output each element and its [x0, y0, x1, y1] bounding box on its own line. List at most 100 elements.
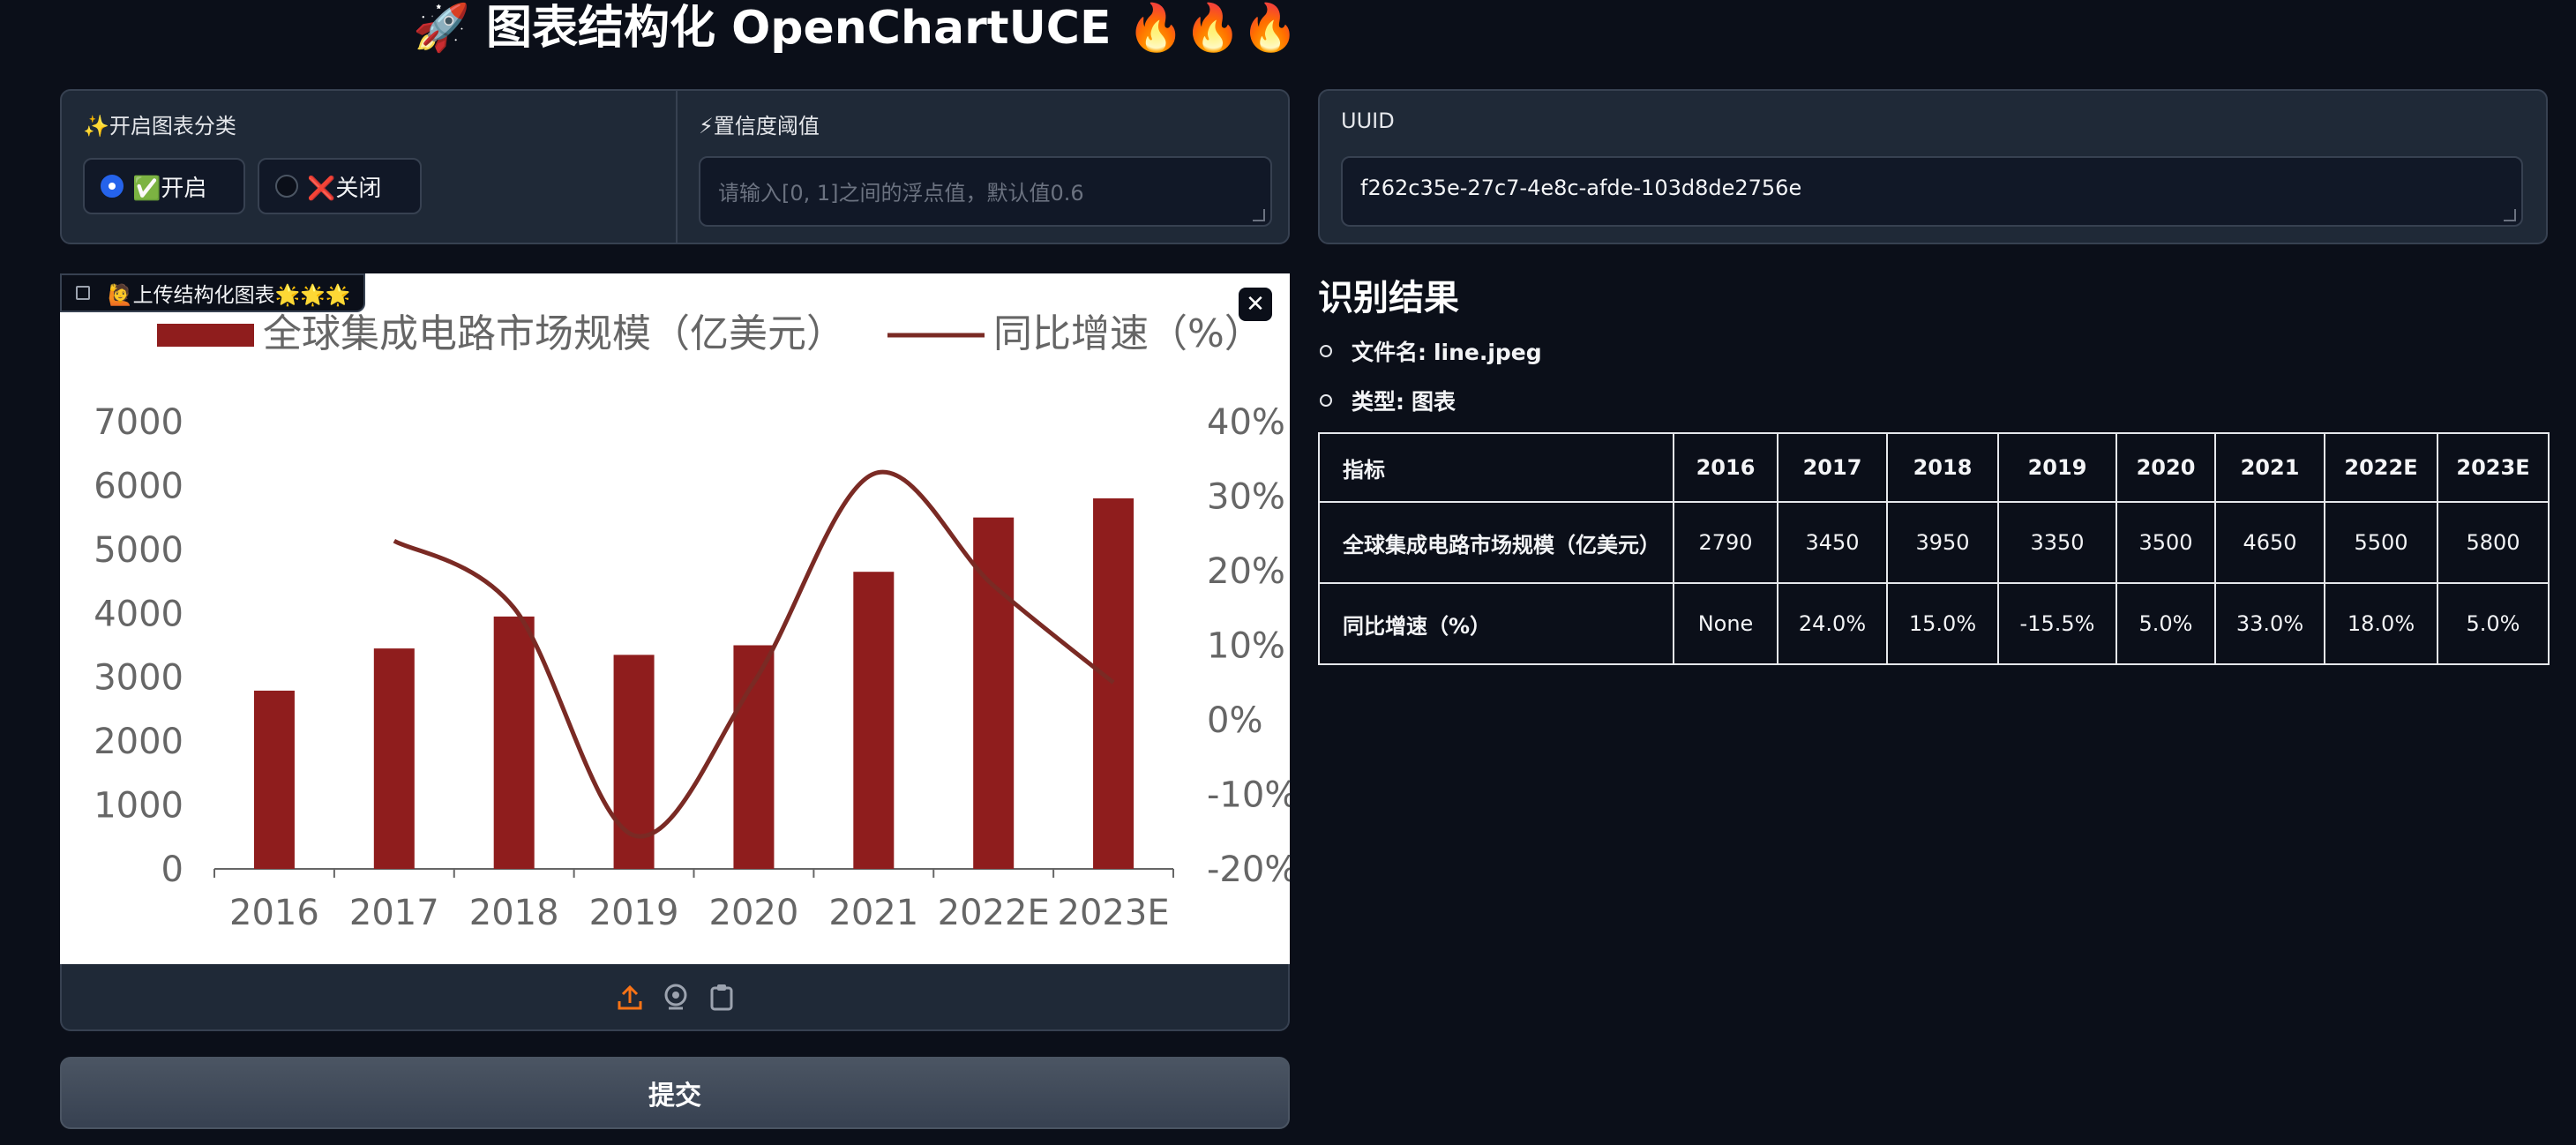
x-tick-label: 2023E — [1058, 893, 1170, 933]
close-icon[interactable]: ✕ — [1239, 288, 1272, 321]
legend-bar-swatch — [157, 324, 254, 347]
y-right-tick-label: -20% — [1207, 849, 1290, 890]
classify-off-option[interactable]: ❌关闭 — [258, 158, 422, 214]
legend-line-label: 同比增速（%） — [993, 311, 1263, 356]
settings-panel: ✨开启图表分类 ✅开启 ❌关闭 ⚡置信度阈值 请输入[0, 1]之间的浮点值，默… — [60, 89, 1290, 244]
classify-label: ✨开启图表分类 — [83, 114, 236, 138]
table-cell: 3950 — [1886, 501, 1999, 584]
bullet-icon — [1320, 394, 1332, 407]
legend-bar-label: 全球集成电路市场规模（亿美元） — [263, 311, 845, 356]
radio-checked-icon[interactable] — [101, 175, 124, 198]
table-cell: 5.0% — [2115, 582, 2216, 665]
bar — [1093, 498, 1134, 869]
table-header-year: 2022E — [2324, 432, 2438, 503]
type-value: 图表 — [1411, 389, 1456, 415]
table-header-year: 2023E — [2437, 432, 2550, 503]
table-row: 同比增速（%） None 24.0% 15.0% -15.5% 5.0% 33.0% 18.0… — [1318, 582, 2550, 665]
image-icon — [76, 286, 90, 300]
x-tick-label: 2018 — [469, 893, 559, 933]
table-header-metric: 指标 — [1318, 432, 1674, 503]
classify-on-option[interactable]: ✅开启 — [83, 158, 245, 214]
classify-off-label: ❌关闭 — [307, 175, 382, 202]
table-cell: 33.0% — [2214, 582, 2325, 665]
bar — [253, 690, 295, 869]
table-cell: 4650 — [2214, 501, 2325, 584]
radio-unchecked-icon[interactable] — [275, 175, 298, 198]
result-type: 类型: 图表 — [1318, 385, 1456, 416]
upload-toolbar — [60, 964, 1290, 1031]
bullet-icon — [1320, 345, 1332, 357]
clipboard-icon[interactable] — [710, 984, 733, 1011]
table-header-year: 2018 — [1886, 432, 1999, 503]
upload-icon[interactable] — [618, 984, 642, 1010]
table-header-year: 2017 — [1777, 432, 1888, 503]
x-tick-label: 2022E — [938, 893, 1050, 933]
x-tick-label: 2021 — [828, 893, 918, 933]
table-cell: 5800 — [2437, 501, 2550, 584]
threshold-placeholder: 请输入[0, 1]之间的浮点值，默认值0.6 — [718, 181, 1084, 206]
table-cell: 5.0% — [2437, 582, 2550, 665]
y-right-tick-label: 10% — [1207, 626, 1285, 667]
x-tick-label: 2020 — [709, 893, 799, 933]
y-right-tick-label: -10% — [1207, 775, 1290, 816]
result-title: 识别结果 — [1318, 278, 1459, 318]
uuid-value: f262c35e-27c7-4e8c-afde-103d8de2756e — [1360, 176, 1802, 200]
table-cell: -15.5% — [1997, 582, 2117, 665]
x-tick-label: 2019 — [589, 893, 679, 933]
table-cell: 24.0% — [1777, 582, 1888, 665]
y-left-tick-label: 6000 — [94, 466, 183, 506]
table-cell: 3350 — [1997, 501, 2117, 584]
threshold-input[interactable]: 请输入[0, 1]之间的浮点值，默认值0.6 — [699, 156, 1272, 227]
table-cell: 3450 — [1777, 501, 1888, 584]
y-left-tick-label: 3000 — [94, 658, 183, 699]
table-header-row: 指标 2016 2017 2018 2019 2020 2021 2022E 2023E — [1318, 432, 2550, 503]
chart-svg: 全球集成电路市场规模（亿美元） 同比增速（%） 0 1000 2000 3000 4000 5… — [94, 311, 1290, 933]
table-cell: None — [1673, 582, 1778, 665]
table-header-year: 2021 — [2214, 432, 2325, 503]
y-left-tick-label: 4000 — [94, 594, 183, 634]
y-right-tick-label: 0% — [1207, 700, 1262, 741]
table-cell-metric: 全球集成电路市场规模（亿美元） — [1318, 501, 1674, 584]
uuid-input[interactable]: f262c35e-27c7-4e8c-afde-103d8de2756e — [1341, 156, 2523, 227]
upload-label: 🙋上传结构化图表🌟🌟🌟 — [108, 284, 351, 307]
result-filename: 文件名: line.jpeg — [1318, 335, 1542, 367]
resize-handle-icon[interactable] — [1253, 209, 1265, 221]
x-tick-label: 2016 — [229, 893, 319, 933]
classify-on-label: ✅开启 — [132, 175, 207, 202]
uuid-label: UUID — [1341, 109, 1395, 133]
submit-button[interactable]: 提交 — [60, 1057, 1290, 1129]
table-cell: 18.0% — [2324, 582, 2438, 665]
webcam-icon[interactable] — [664, 984, 687, 1010]
bar — [493, 616, 535, 869]
y-left-tick-label: 2000 — [94, 722, 183, 762]
result-table: 指标 2016 2017 2018 2019 2020 2021 2022E 2023E 全球集… — [1318, 432, 2550, 665]
resize-handle-icon[interactable] — [2504, 209, 2516, 221]
y-left-tick-label: 5000 — [94, 530, 183, 571]
y-right-tick-label: 30% — [1207, 477, 1285, 518]
table-cell: 5500 — [2324, 501, 2438, 584]
table-header-year: 2020 — [2115, 432, 2216, 503]
bar — [853, 572, 895, 869]
page-title: 🚀 图表结构化 OpenChartUCE 🔥🔥🔥 — [413, 2, 1299, 55]
bar — [373, 648, 415, 869]
type-label: 类型: — [1352, 389, 1404, 415]
y-left-tick-label: 0 — [161, 849, 183, 890]
table-cell: 15.0% — [1886, 582, 1999, 665]
table-cell: 3500 — [2115, 501, 2216, 584]
y-left-tick-label: 1000 — [94, 786, 183, 827]
table-header-year: 2016 — [1673, 432, 1778, 503]
y-right-tick-label: 40% — [1207, 402, 1285, 443]
table-cell-metric: 同比增速（%） — [1318, 582, 1674, 665]
filename-label: 文件名: — [1352, 340, 1427, 365]
table-cell: 2790 — [1673, 501, 1778, 584]
table-header-year: 2019 — [1997, 432, 2117, 503]
x-tick-label: 2017 — [349, 893, 439, 933]
panel-divider — [676, 91, 678, 243]
filename-value: line.jpeg — [1433, 340, 1542, 365]
uploaded-chart-image[interactable]: 全球集成电路市场规模（亿美元） 同比增速（%） 0 1000 2000 3000 4000 5… — [60, 273, 1290, 964]
table-row: 全球集成电路市场规模（亿美元） 2790 3450 3950 3350 3500 4650 5… — [1318, 501, 2550, 584]
y-left-tick-label: 7000 — [94, 402, 183, 443]
threshold-label: ⚡置信度阈值 — [699, 114, 820, 138]
uuid-panel: UUID f262c35e-27c7-4e8c-afde-103d8de2756… — [1318, 89, 2548, 244]
upload-tag: 🙋上传结构化图表🌟🌟🌟 — [60, 273, 365, 312]
